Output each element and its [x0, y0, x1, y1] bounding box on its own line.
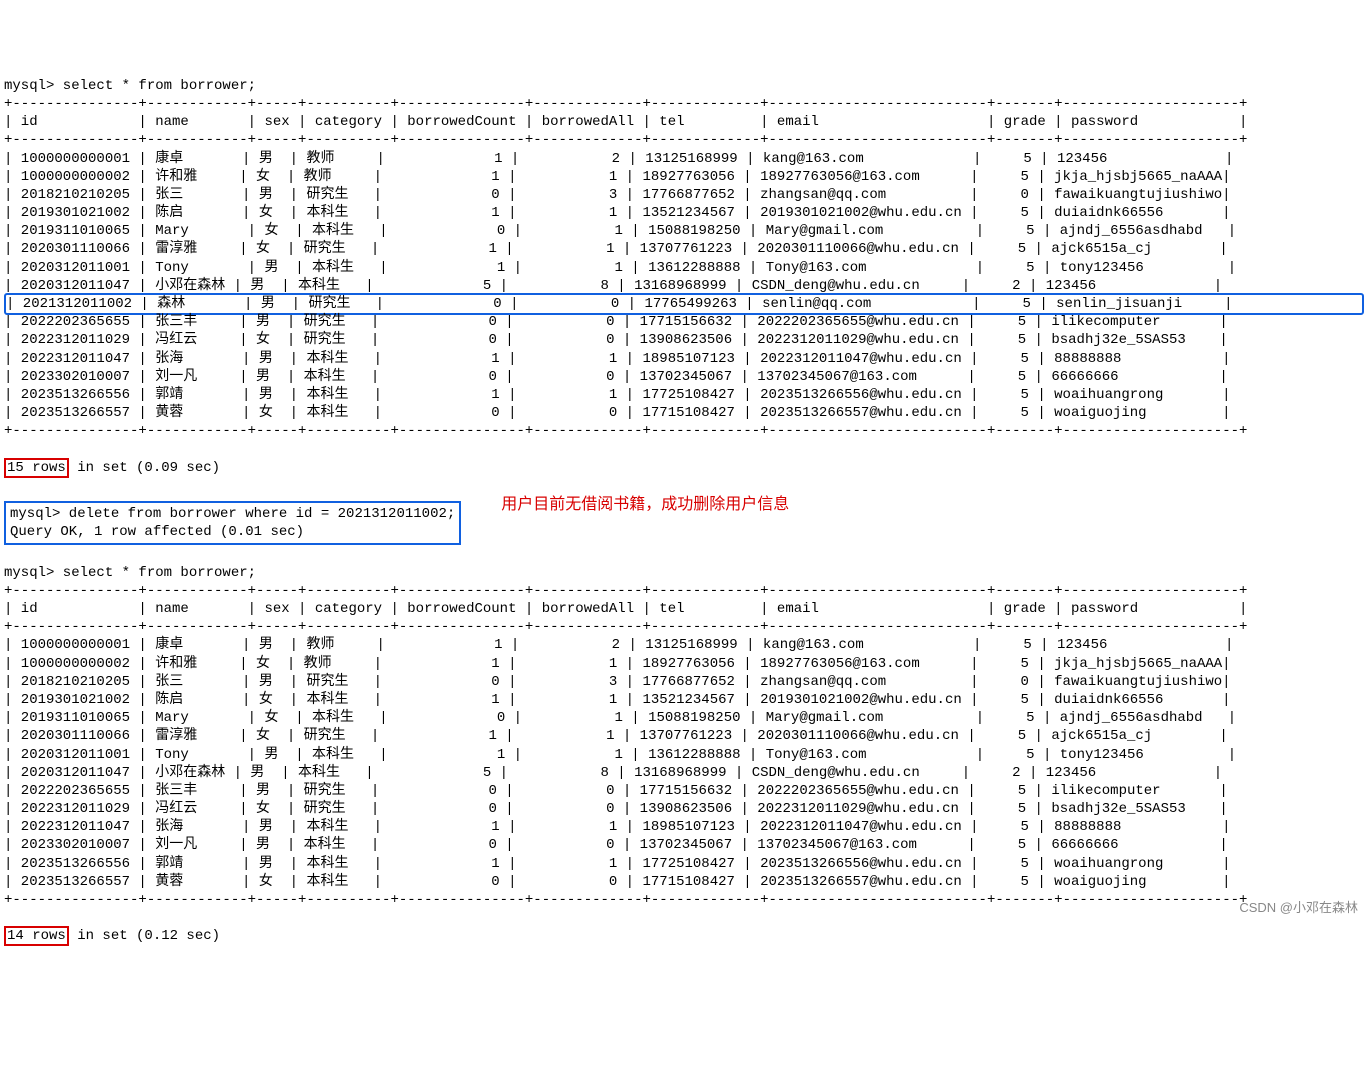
table-header: | id | name | sex | category | borrowedC…	[4, 601, 1247, 617]
table-row: | 2020301110066 | 雷淳雅 | 女 | 研究生 | 1 | 1 …	[4, 727, 1364, 745]
table-separator: +---------------+------------+-----+----…	[4, 619, 1247, 635]
table-row: | 2022312011029 | 冯红云 | 女 | 研究生 | 0 | 0 …	[4, 800, 1364, 818]
table-row: | 1000000000002 | 许和雅 | 女 | 教师 | 1 | 1 |…	[4, 168, 1364, 186]
sql-prompt-1: mysql> select * from borrower;	[4, 78, 256, 94]
table-row: | 2022202365655 | 张三丰 | 男 | 研究生 | 0 | 0 …	[4, 782, 1364, 800]
table-row: | 2022312011047 | 张海 | 男 | 本科生 | 1 | 1 |…	[4, 818, 1364, 836]
table-row: | 1000000000002 | 许和雅 | 女 | 教师 | 1 | 1 |…	[4, 655, 1364, 673]
table-row: | 2023513266557 | 黄蓉 | 女 | 本科生 | 0 | 0 |…	[4, 873, 1364, 891]
table-separator: +---------------+------------+-----+----…	[4, 96, 1247, 112]
table-row: | 2023513266556 | 郭靖 | 男 | 本科生 | 1 | 1 |…	[4, 386, 1364, 404]
mysql-terminal[interactable]: mysql> select * from borrower; +--------…	[4, 77, 1364, 946]
table-row: | 2022312011029 | 冯红云 | 女 | 研究生 | 0 | 0 …	[4, 331, 1364, 349]
rowcount-2-rest: in set (0.12 sec)	[69, 928, 220, 944]
csdn-watermark: CSDN @小邓在森林	[1239, 900, 1358, 917]
table-separator: +---------------+------------+-----+----…	[4, 132, 1247, 148]
table-header: | id | name | sex | category | borrowedC…	[4, 114, 1247, 130]
delete-command-box: mysql> delete from borrower where id = 2…	[4, 501, 461, 545]
table-row: | 1000000000001 | 康卓 | 男 | 教师 | 1 | 2 | …	[4, 150, 1364, 168]
rowcount-1: 15 rows	[4, 458, 69, 478]
table-separator: +---------------+------------+-----+----…	[4, 892, 1247, 908]
table-row: | 2022202365655 | 张三丰 | 男 | 研究生 | 0 | 0 …	[4, 313, 1364, 331]
table-row: | 2022312011047 | 张海 | 男 | 本科生 | 1 | 1 |…	[4, 350, 1364, 368]
table-row: | 2023513266557 | 黄蓉 | 女 | 本科生 | 0 | 0 |…	[4, 404, 1364, 422]
table-body-2: | 1000000000001 | 康卓 | 男 | 教师 | 1 | 2 | …	[4, 636, 1364, 891]
table-row: | 2019311010065 | Mary | 女 | 本科生 | 0 | 1…	[4, 709, 1364, 727]
table-separator: +---------------+------------+-----+----…	[4, 423, 1247, 439]
annotation-note: 用户目前无借阅书籍，成功删除用户信息	[501, 495, 789, 516]
table-row: | 2023513266556 | 郭靖 | 男 | 本科生 | 1 | 1 |…	[4, 855, 1364, 873]
table-row: | 2019301021002 | 陈启 | 女 | 本科生 | 1 | 1 |…	[4, 204, 1364, 222]
table-body-1: | 1000000000001 | 康卓 | 男 | 教师 | 1 | 2 | …	[4, 150, 1364, 423]
table-row: | 2018210210205 | 张三 | 男 | 研究生 | 0 | 3 |…	[4, 186, 1364, 204]
table-row: | 2019311010065 | Mary | 女 | 本科生 | 0 | 1…	[4, 222, 1364, 240]
table-row: | 2020312011001 | Tony | 男 | 本科生 | 1 | 1…	[4, 259, 1364, 277]
table-row: | 2023302010007 | 刘一凡 | 男 | 本科生 | 0 | 0 …	[4, 836, 1364, 854]
table-row: | 2018210210205 | 张三 | 男 | 研究生 | 0 | 3 |…	[4, 673, 1364, 691]
table-row: | 2023302010007 | 刘一凡 | 男 | 本科生 | 0 | 0 …	[4, 368, 1364, 386]
table-row: | 1000000000001 | 康卓 | 男 | 教师 | 1 | 2 | …	[4, 636, 1364, 654]
table-row: | 2020312011047 | 小邓在森林 | 男 | 本科生 | 5 | …	[4, 277, 1364, 295]
table-row: | 2020312011001 | Tony | 男 | 本科生 | 1 | 1…	[4, 746, 1364, 764]
sql-prompt-2: mysql> select * from borrower;	[4, 565, 256, 581]
rowcount-1-rest: in set (0.09 sec)	[69, 460, 220, 476]
table-row: | 2020301110066 | 雷淳雅 | 女 | 研究生 | 1 | 1 …	[4, 240, 1364, 258]
table-separator: +---------------+------------+-----+----…	[4, 583, 1247, 599]
highlighted-row: | 2021312011002 | 森林 | 男 | 研究生 | 0 | 0 |…	[4, 293, 1364, 315]
rowcount-2: 14 rows	[4, 926, 69, 946]
table-row: | 2020312011047 | 小邓在森林 | 男 | 本科生 | 5 | …	[4, 764, 1364, 782]
table-row: | 2019301021002 | 陈启 | 女 | 本科生 | 1 | 1 |…	[4, 691, 1364, 709]
